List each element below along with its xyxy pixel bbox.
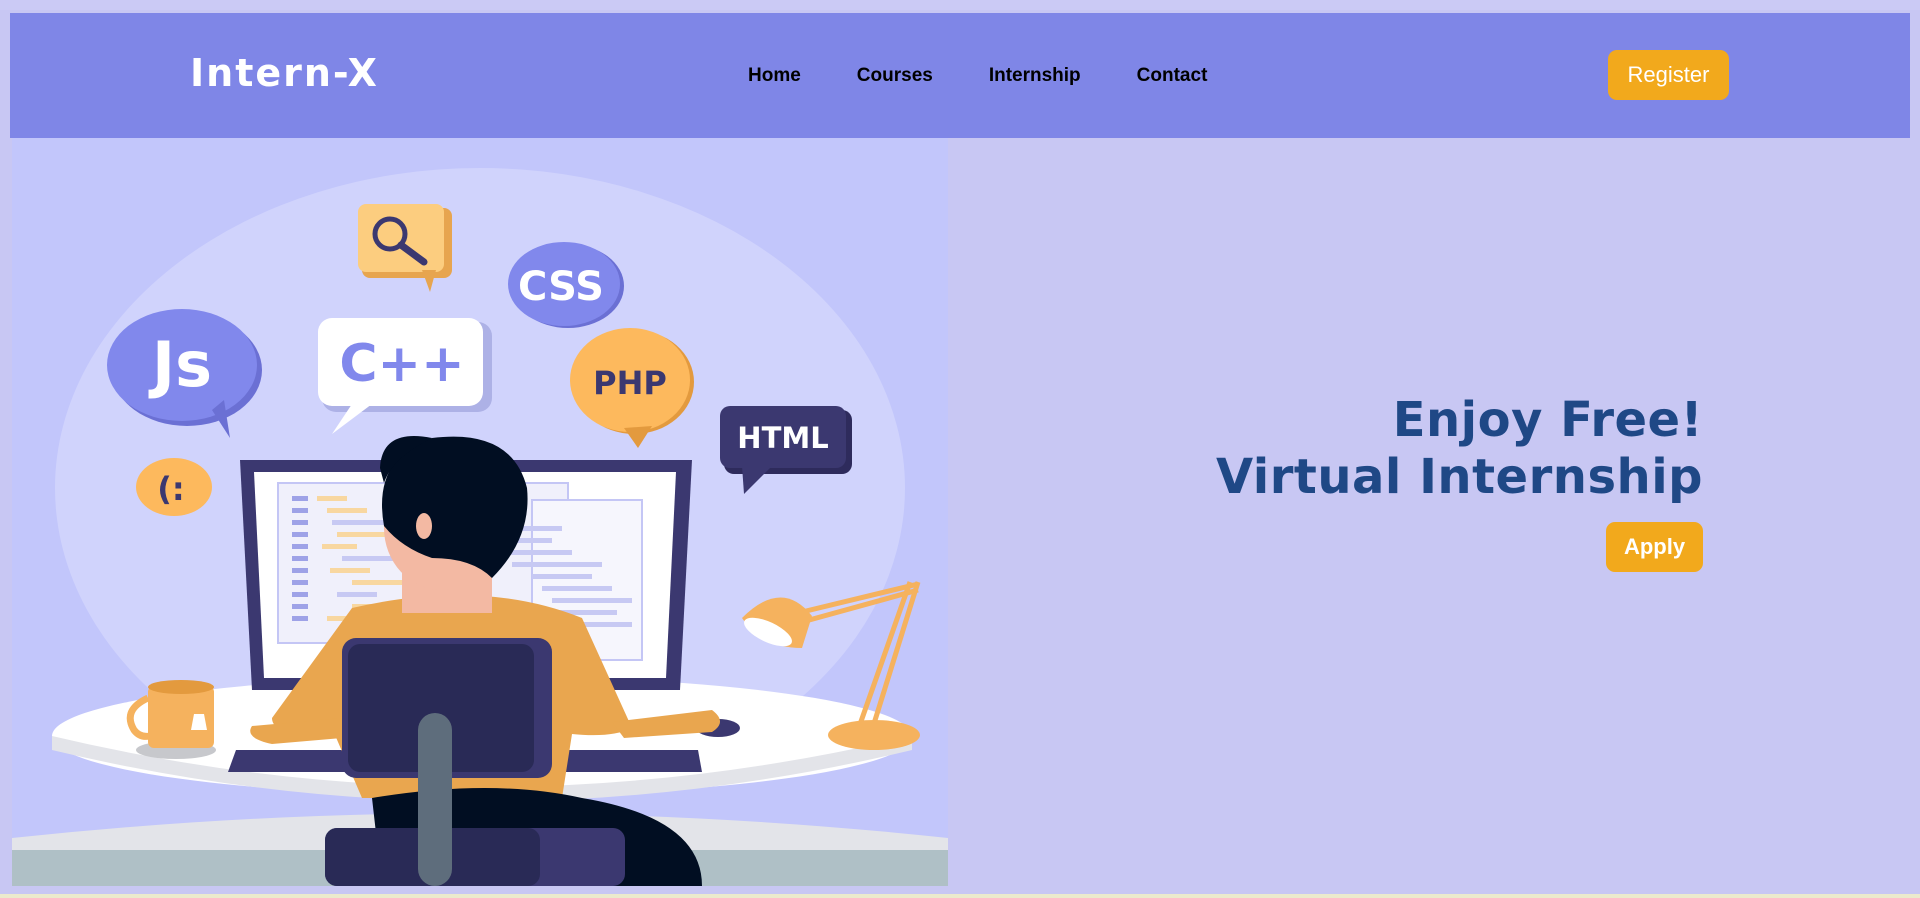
apply-button[interactable]: Apply — [1606, 522, 1703, 572]
nav-link-home[interactable]: Home — [748, 65, 801, 87]
chair-post — [418, 713, 452, 886]
bubble-label-php: PHP — [593, 364, 667, 402]
hero-headline-line1: Enjoy Free! — [1392, 392, 1703, 448]
nav-links: Home Courses Internship Contact — [748, 65, 1263, 87]
hero-text: Enjoy Free! Virtual Internship Apply — [1216, 392, 1703, 572]
navbar: Intern-X Home Courses Internship Contact… — [10, 13, 1910, 138]
nav-link-internship[interactable]: Internship — [989, 65, 1081, 87]
bubble-label-js: Js — [148, 328, 212, 401]
bubble-label-smile: (: — [157, 470, 184, 508]
top-border — [0, 0, 1920, 10]
bubble-label-cpp: C++ — [339, 334, 464, 394]
nav-link-courses[interactable]: Courses — [857, 65, 933, 87]
register-button[interactable]: Register — [1608, 50, 1729, 100]
hero-headline-line2: Virtual Internship — [1215, 449, 1703, 505]
hero-illustration: Js C++ CSS PHP HTML (: — [12, 138, 948, 886]
person-ear — [416, 513, 432, 539]
nav-link-contact[interactable]: Contact — [1137, 65, 1208, 87]
bubble-label-html: HTML — [737, 421, 828, 455]
developer-illustration: Js C++ CSS PHP HTML (: — [12, 168, 948, 886]
bottom-border — [0, 894, 1920, 898]
logo[interactable]: Intern-X — [190, 51, 379, 95]
smile-bubble: (: — [136, 458, 212, 516]
bubble-label-css: CSS — [518, 264, 604, 310]
